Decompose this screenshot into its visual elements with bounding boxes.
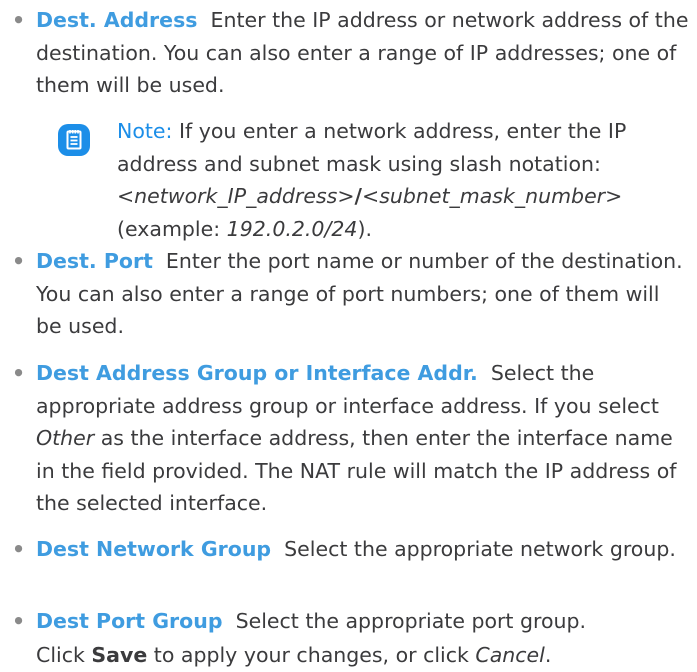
term-dest-address-group: Dest Address Group or Interface Addr. — [36, 361, 478, 385]
cancel-reference: Cancel — [475, 643, 545, 667]
desc-dest-port-group: Select the appropriate port group. — [235, 609, 587, 633]
footer-text-2: to apply your changes, or click — [153, 643, 469, 667]
note-icon — [58, 124, 90, 156]
desc-dest-network-group: Select the appropriate network group. — [284, 537, 676, 561]
note-syntax-mask: <subnet_mask_number> — [362, 184, 623, 208]
term-dest-port: Dest. Port — [36, 249, 153, 273]
note-text: If you enter a network address, enter th… — [117, 119, 627, 176]
save-reference: Save — [91, 643, 148, 667]
bullet: • — [12, 361, 26, 385]
footer-text-3: . — [544, 643, 552, 667]
bullet: • — [12, 249, 26, 273]
list-item-dest-port: • Dest. Port Enter the port name or numb… — [0, 245, 697, 343]
note-syntax-separator: / — [354, 184, 363, 208]
desc-dest-address-group-other: Other — [36, 426, 95, 450]
footer-text-1: Click — [36, 643, 85, 667]
bullet: • — [12, 609, 26, 633]
note-example-open: (example: — [117, 216, 227, 241]
note-label: Note: — [117, 119, 173, 143]
note-example-close: ). — [357, 216, 372, 241]
list-item-dest-address: • Dest. Address Enter the IP address or … — [0, 4, 697, 102]
footer-instruction: Click Save to apply your changes, or cli… — [0, 639, 697, 672]
desc-dest-address-group-b: as the interface address, then enter the… — [36, 426, 677, 515]
bullet: • — [12, 537, 26, 561]
bullet: • — [12, 8, 26, 32]
term-dest-network-group: Dest Network Group — [36, 537, 272, 561]
note-syntax-network: <network_IP_address> — [117, 184, 355, 208]
note-example-value: 192.0.2.0/24 — [226, 216, 358, 241]
note-block: Note: If you enter a network address, en… — [0, 115, 697, 245]
list-item-dest-address-group: • Dest Address Group or Interface Addr. … — [0, 357, 697, 520]
list-item-dest-network-group: • Dest Network Group Select the appropri… — [0, 533, 697, 566]
list-item-dest-port-group: • Dest Port Group Select the appropriate… — [0, 605, 697, 638]
term-dest-address: Dest. Address — [36, 8, 198, 32]
term-dest-port-group: Dest Port Group — [36, 609, 223, 633]
